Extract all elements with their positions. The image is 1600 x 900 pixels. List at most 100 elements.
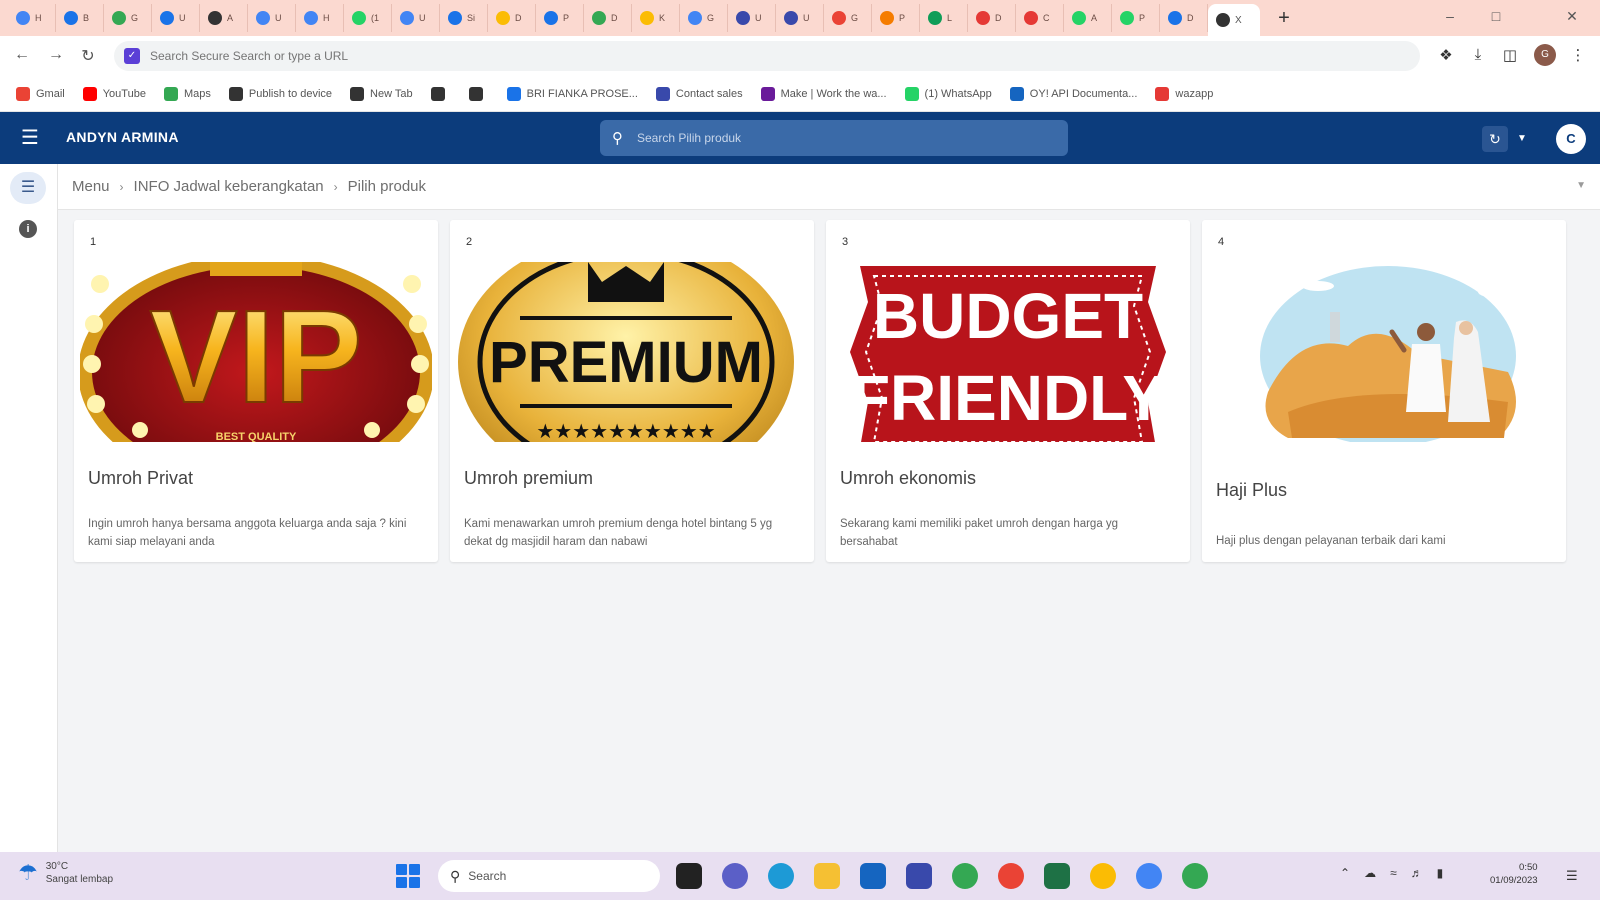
product-search-input[interactable] [637,131,1017,145]
address-input[interactable] [150,49,1050,63]
side-panel-icon[interactable]: ◫ [1500,46,1520,64]
list-view-icon[interactable]: ☰ [10,172,46,204]
user-avatar[interactable]: C [1556,124,1586,154]
product-card-haji-plus[interactable]: 4 Haji Plus Haji plus dengan pelayanan t… [1202,220,1566,562]
chrome-icon[interactable] [952,863,978,889]
chevron-down-icon[interactable]: ▼ [1512,126,1532,152]
browser-tab[interactable]: (1 [344,4,392,32]
breadcrumb-menu[interactable]: Menu [72,178,110,195]
product-card-umroh-privat[interactable]: 1 VIP BEST QUALITY Umroh Privat Ingin um… [74,220,438,562]
wifi-icon[interactable]: ≈ [1390,866,1397,880]
volume-icon[interactable]: ♬ [1411,866,1423,880]
battery-icon[interactable]: ▮ [1437,866,1444,880]
browser-tab[interactable]: K [632,4,680,32]
chevron-up-icon[interactable]: ⌃ [1340,866,1350,880]
filter-icon[interactable]: ▼ [1576,180,1586,191]
browser-tab[interactable]: G [824,4,872,32]
weather-widget[interactable]: ☂ 30°C Sangat lembap [18,860,113,886]
browser-tab[interactable]: D [488,4,536,32]
profile-avatar[interactable]: G [1534,44,1556,66]
browser-tab[interactable]: G [104,4,152,32]
reload-icon[interactable]: ↻ [72,46,104,66]
file-explorer-icon[interactable] [814,863,840,889]
chrome-profile-icon[interactable] [1182,863,1208,889]
chrome-profile-icon[interactable] [1090,863,1116,889]
notification-icon[interactable]: ☰ [1566,868,1578,884]
browser-tab[interactable]: U [392,4,440,32]
chrome-profile-icon[interactable] [998,863,1024,889]
browser-tab[interactable]: D [968,4,1016,32]
breadcrumb-info-jadwal[interactable]: INFO Jadwal keberangkatan [134,178,324,195]
windows-start-icon[interactable] [396,864,420,888]
browser-tab[interactable]: P [872,4,920,32]
maximize-icon[interactable]: □ [1486,8,1506,24]
browser-tab[interactable]: L [920,4,968,32]
clock[interactable]: 0:50 01/09/2023 [1490,861,1538,887]
browser-tab[interactable]: A [200,4,248,32]
bookmark-item[interactable]: New Tab [350,86,413,101]
sync-icon[interactable]: ↻ [1482,126,1508,152]
edge-icon[interactable] [768,863,794,889]
browser-tab[interactable]: B [56,4,104,32]
browser-tab[interactable]: H [296,4,344,32]
card-description: Ingin umroh hanya bersama anggota keluar… [88,518,407,548]
bookmark-item[interactable]: OY! API Documenta... [1009,86,1137,101]
bookmark-item[interactable]: BRI FIANKA PROSE... [506,86,638,101]
browser-tab[interactable]: D [1160,4,1208,32]
browser-tab[interactable]: U [152,4,200,32]
bookmark-item[interactable] [468,86,489,101]
tab-label: B [83,13,90,23]
taskbar-search[interactable]: ⚲ Search [438,860,660,892]
browser-tab[interactable]: H [8,4,56,32]
browser-tab[interactable]: Si [440,4,488,32]
bookmark-item[interactable]: Contact sales [655,86,743,101]
browser-tab[interactable]: D [584,4,632,32]
close-tab-icon[interactable]: X [1235,15,1242,26]
bookmark-item[interactable]: Gmail [16,86,65,101]
tab-label: G [851,13,859,23]
tab-label: C [1043,13,1050,23]
browser-tab[interactable]: P [536,4,584,32]
close-window-icon[interactable]: ✕ [1562,8,1582,25]
excel-icon[interactable] [1044,863,1070,889]
browser-tab-active[interactable]: X [1208,4,1260,36]
store-icon[interactable] [906,863,932,889]
bookmark-item[interactable]: Maps [163,86,211,101]
browser-tab[interactable]: U [776,4,824,32]
onedrive-icon[interactable]: ☁ [1364,866,1376,880]
tab-favicon-icon [1072,11,1086,25]
chat-icon[interactable] [722,863,748,889]
new-tab-icon[interactable]: + [1272,7,1296,30]
browser-tab[interactable]: A [1064,4,1112,32]
address-bar[interactable]: ✓ [114,41,1420,71]
product-search[interactable]: ⚲ [600,120,1068,156]
forward-icon[interactable]: → [40,46,72,64]
browser-tab[interactable]: U [728,4,776,32]
minimize-icon[interactable]: – [1440,8,1460,24]
menu-dots-icon[interactable]: ⋮ [1568,46,1588,64]
bookmark-item[interactable]: Publish to device [228,86,332,101]
tab-label: P [1139,13,1146,23]
task-view-icon[interactable] [676,863,702,889]
bookmark-item[interactable]: Make | Work the wa... [760,86,887,101]
tab-label: P [563,13,570,23]
mail-icon[interactable] [860,863,886,889]
back-icon[interactable]: ← [6,46,38,64]
bookmark-item[interactable]: YouTube [82,86,146,101]
hamburger-menu-icon[interactable]: ☰ [18,126,42,150]
download-icon[interactable]: ⤓ [1468,46,1488,63]
bookmark-item[interactable]: wazapp [1155,86,1213,101]
browser-tab[interactable]: C [1016,4,1064,32]
product-card-umroh-premium[interactable]: 2 PREMIUM ★★★★★★★★★★ Umroh premium Kami … [450,220,814,562]
chrome-profile-icon[interactable] [1136,863,1162,889]
bookmark-item[interactable] [430,86,451,101]
extensions-icon[interactable]: ❖ [1436,46,1456,64]
browser-tab[interactable]: P [1112,4,1160,32]
info-icon[interactable]: i [19,220,37,238]
weather-temperature: 30°C [45,861,69,872]
browser-tab[interactable]: G [680,4,728,32]
bookmark-favicon-icon [350,86,365,101]
browser-tab[interactable]: U [248,4,296,32]
bookmark-item[interactable]: (1) WhatsApp [904,86,992,101]
product-card-umroh-ekonomis[interactable]: 3 BUDGET FRIENDLY Umroh ekonomis Sekaran… [826,220,1190,562]
